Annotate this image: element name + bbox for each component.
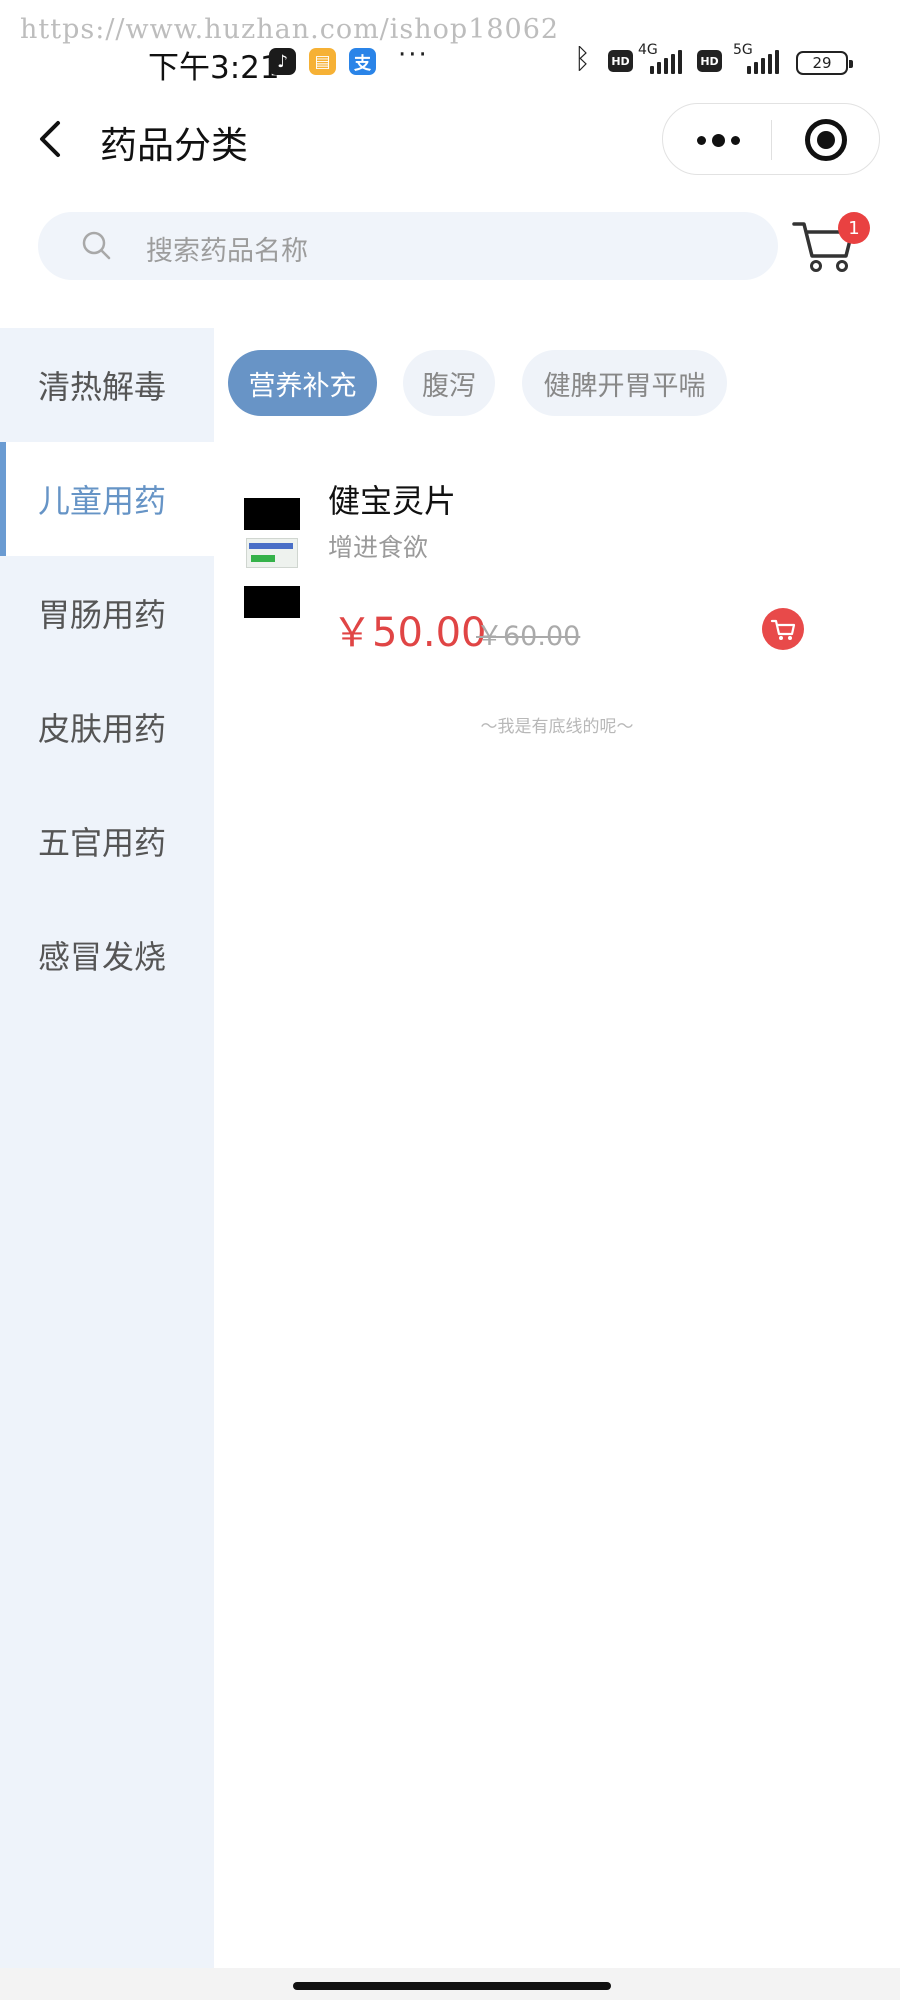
back-button[interactable] bbox=[30, 115, 78, 163]
orange-app-icon: ▤ bbox=[309, 48, 336, 75]
page-title: 药品分类 bbox=[100, 124, 248, 167]
status-more-dots: ··· bbox=[398, 40, 429, 70]
hd-badge: HD bbox=[697, 50, 722, 72]
bluetooth-icon: ᛒ bbox=[574, 42, 591, 75]
signal-icon bbox=[747, 50, 779, 74]
product-image[interactable] bbox=[244, 498, 300, 620]
more-button[interactable] bbox=[685, 114, 751, 166]
sidebar-item-pifu[interactable]: 皮肤用药 bbox=[0, 670, 214, 784]
sidebar-item-qingre[interactable]: 清热解毒 bbox=[0, 328, 214, 442]
sidebar-item-label: 皮肤用药 bbox=[38, 710, 167, 748]
dot-icon bbox=[711, 133, 725, 147]
product-card[interactable]: 健宝灵片 增进食欲 ￥50.00 ￥60.00 bbox=[214, 460, 900, 660]
close-target-button[interactable] bbox=[805, 119, 847, 161]
category-sidebar: 清热解毒 儿童用药 胃肠用药 皮肤用药 五官用药 感冒发烧 bbox=[0, 328, 214, 1968]
product-desc: 增进食欲 bbox=[328, 533, 429, 562]
sidebar-item-label: 儿童用药 bbox=[38, 482, 167, 520]
search-placeholder: 搜索药品名称 bbox=[146, 236, 308, 267]
hd-badge: HD bbox=[608, 50, 633, 72]
alipay-icon: 支 bbox=[349, 48, 376, 75]
sidebar-item-wuguan[interactable]: 五官用药 bbox=[0, 784, 214, 898]
status-time: 下午3:21 bbox=[148, 50, 280, 86]
battery-level: 29 bbox=[812, 54, 832, 72]
cart-icon bbox=[770, 619, 796, 640]
nav-bar: 药品分类 bbox=[0, 95, 900, 185]
sidebar-item-ganmao[interactable]: 感冒发烧 bbox=[0, 898, 214, 1012]
product-price: ￥50.00 bbox=[332, 610, 487, 656]
status-bar: 下午3:21 ♪ ▤ 支 ··· ᛒ HD 4G HD 5G 29 bbox=[0, 36, 900, 88]
sidebar-item-ertong[interactable]: 儿童用药 bbox=[0, 442, 214, 556]
capsule-divider bbox=[771, 120, 772, 160]
add-to-cart-button[interactable] bbox=[762, 608, 804, 650]
tag-yingyang[interactable]: 营养补充 bbox=[228, 350, 377, 416]
home-indicator[interactable] bbox=[293, 1982, 611, 1990]
mini-program-capsule bbox=[662, 103, 880, 175]
chevron-left-icon bbox=[40, 121, 60, 157]
search-icon bbox=[82, 231, 111, 260]
list-end-text: ～我是有底线的呢～ bbox=[480, 717, 634, 737]
signal-icon bbox=[650, 50, 682, 74]
sidebar-item-label: 胃肠用药 bbox=[38, 596, 167, 634]
search-input[interactable]: 搜索药品名称 bbox=[38, 212, 778, 280]
product-original-price: ￥60.00 bbox=[476, 621, 581, 652]
dot-icon bbox=[696, 135, 706, 145]
sidebar-item-label: 清热解毒 bbox=[38, 368, 167, 406]
dot-icon bbox=[730, 135, 740, 145]
sidebar-item-label: 五官用药 bbox=[38, 824, 167, 862]
tag-jianpi[interactable]: 健脾开胃平喘 bbox=[522, 350, 727, 416]
cart-count-badge: 1 bbox=[838, 212, 870, 244]
home-bar bbox=[0, 1968, 900, 2000]
tiktok-icon: ♪ bbox=[269, 48, 296, 75]
sidebar-item-label: 感冒发烧 bbox=[38, 938, 167, 976]
sidebar-item-weichang[interactable]: 胃肠用药 bbox=[0, 556, 214, 670]
battery-icon: 29 bbox=[796, 51, 853, 75]
product-name: 健宝灵片 bbox=[328, 482, 457, 520]
tag-fuxie[interactable]: 腹泻 bbox=[403, 350, 495, 416]
